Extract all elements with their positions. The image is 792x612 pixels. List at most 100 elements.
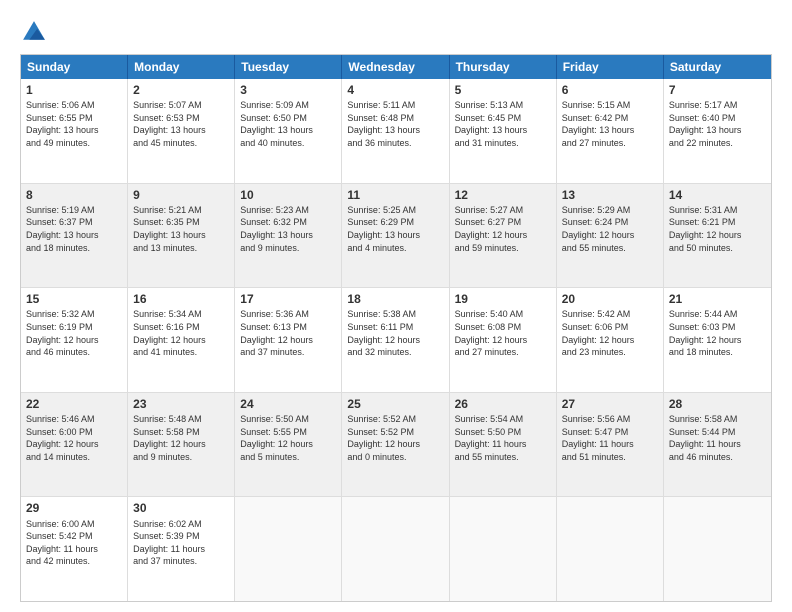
day-number: 24 (240, 396, 336, 412)
day-number: 9 (133, 187, 229, 203)
calendar: SundayMondayTuesdayWednesdayThursdayFrid… (20, 54, 772, 602)
calendar-cell: 13Sunrise: 5:29 AM Sunset: 6:24 PM Dayli… (557, 184, 664, 288)
calendar-cell: 18Sunrise: 5:38 AM Sunset: 6:11 PM Dayli… (342, 288, 449, 392)
calendar-cell: 6Sunrise: 5:15 AM Sunset: 6:42 PM Daylig… (557, 79, 664, 183)
day-number: 1 (26, 82, 122, 98)
day-number: 16 (133, 291, 229, 307)
day-number: 22 (26, 396, 122, 412)
calendar-cell: 30Sunrise: 6:02 AM Sunset: 5:39 PM Dayli… (128, 497, 235, 601)
day-number: 13 (562, 187, 658, 203)
cell-info: Sunrise: 5:38 AM Sunset: 6:11 PM Dayligh… (347, 308, 443, 358)
calendar-cell: 4Sunrise: 5:11 AM Sunset: 6:48 PM Daylig… (342, 79, 449, 183)
calendar-cell: 27Sunrise: 5:56 AM Sunset: 5:47 PM Dayli… (557, 393, 664, 497)
cell-info: Sunrise: 5:34 AM Sunset: 6:16 PM Dayligh… (133, 308, 229, 358)
cell-info: Sunrise: 5:31 AM Sunset: 6:21 PM Dayligh… (669, 204, 766, 254)
calendar-cell (557, 497, 664, 601)
cell-info: Sunrise: 5:52 AM Sunset: 5:52 PM Dayligh… (347, 413, 443, 463)
day-number: 2 (133, 82, 229, 98)
day-number: 30 (133, 500, 229, 516)
calendar-cell: 5Sunrise: 5:13 AM Sunset: 6:45 PM Daylig… (450, 79, 557, 183)
day-number: 29 (26, 500, 122, 516)
day-number: 25 (347, 396, 443, 412)
day-number: 8 (26, 187, 122, 203)
calendar-cell: 8Sunrise: 5:19 AM Sunset: 6:37 PM Daylig… (21, 184, 128, 288)
calendar-row-4: 29 Sunrise: 6:00 AM Sunset: 5:42 PM Dayli… (21, 497, 771, 601)
calendar-cell: 12Sunrise: 5:27 AM Sunset: 6:27 PM Dayli… (450, 184, 557, 288)
cell-info: Sunrise: 5:06 AM Sunset: 6:55 PM Dayligh… (26, 99, 122, 149)
calendar-cell (450, 497, 557, 601)
day-number: 21 (669, 291, 766, 307)
calendar-cell: 11Sunrise: 5:25 AM Sunset: 6:29 PM Dayli… (342, 184, 449, 288)
cell-info: Sunrise: 5:58 AM Sunset: 5:44 PM Dayligh… (669, 413, 766, 463)
cell-info: Sunrise: 5:25 AM Sunset: 6:29 PM Dayligh… (347, 204, 443, 254)
calendar-cell: 2Sunrise: 5:07 AM Sunset: 6:53 PM Daylig… (128, 79, 235, 183)
day-number: 28 (669, 396, 766, 412)
calendar-row-2: 15Sunrise: 5:32 AM Sunset: 6:19 PM Dayli… (21, 288, 771, 393)
cell-info: Sunrise: 5:48 AM Sunset: 5:58 PM Dayligh… (133, 413, 229, 463)
calendar-cell: 19Sunrise: 5:40 AM Sunset: 6:08 PM Dayli… (450, 288, 557, 392)
cell-info: Sunrise: 5:15 AM Sunset: 6:42 PM Dayligh… (562, 99, 658, 149)
calendar-cell: 15Sunrise: 5:32 AM Sunset: 6:19 PM Dayli… (21, 288, 128, 392)
logo-icon (20, 18, 48, 46)
calendar-cell: 28Sunrise: 5:58 AM Sunset: 5:44 PM Dayli… (664, 393, 771, 497)
cell-info: Sunrise: 5:13 AM Sunset: 6:45 PM Dayligh… (455, 99, 551, 149)
day-number: 19 (455, 291, 551, 307)
logo (20, 18, 52, 46)
calendar-cell (235, 497, 342, 601)
calendar-cell: 24Sunrise: 5:50 AM Sunset: 5:55 PM Dayli… (235, 393, 342, 497)
cell-info: Sunrise: 5:07 AM Sunset: 6:53 PM Dayligh… (133, 99, 229, 149)
calendar-cell: 21Sunrise: 5:44 AM Sunset: 6:03 PM Dayli… (664, 288, 771, 392)
header (20, 18, 772, 46)
calendar-row-0: 1Sunrise: 5:06 AM Sunset: 6:55 PM Daylig… (21, 79, 771, 184)
cell-info: Sunrise: 5:36 AM Sunset: 6:13 PM Dayligh… (240, 308, 336, 358)
cell-info: Sunrise: 5:44 AM Sunset: 6:03 PM Dayligh… (669, 308, 766, 358)
day-number: 11 (347, 187, 443, 203)
day-number: 5 (455, 82, 551, 98)
cell-info: Sunrise: 5:19 AM Sunset: 6:37 PM Dayligh… (26, 204, 122, 254)
header-day-saturday: Saturday (664, 55, 771, 79)
calendar-cell: 10Sunrise: 5:23 AM Sunset: 6:32 PM Dayli… (235, 184, 342, 288)
calendar-row-1: 8Sunrise: 5:19 AM Sunset: 6:37 PM Daylig… (21, 184, 771, 289)
day-number: 26 (455, 396, 551, 412)
cell-info: Sunrise: 5:46 AM Sunset: 6:00 PM Dayligh… (26, 413, 122, 463)
cell-info: Sunrise: 5:29 AM Sunset: 6:24 PM Dayligh… (562, 204, 658, 254)
page: SundayMondayTuesdayWednesdayThursdayFrid… (0, 0, 792, 612)
header-day-sunday: Sunday (21, 55, 128, 79)
cell-info: Sunrise: 6:00 AM Sunset: 5:42 PM Dayligh… (26, 518, 122, 568)
day-number: 27 (562, 396, 658, 412)
day-number: 14 (669, 187, 766, 203)
day-number: 12 (455, 187, 551, 203)
day-number: 6 (562, 82, 658, 98)
cell-info: Sunrise: 5:09 AM Sunset: 6:50 PM Dayligh… (240, 99, 336, 149)
calendar-cell: 3Sunrise: 5:09 AM Sunset: 6:50 PM Daylig… (235, 79, 342, 183)
calendar-cell: 29 Sunrise: 6:00 AM Sunset: 5:42 PM Dayli… (21, 497, 128, 601)
day-number: 17 (240, 291, 336, 307)
calendar-body: 1Sunrise: 5:06 AM Sunset: 6:55 PM Daylig… (21, 79, 771, 601)
calendar-cell: 26Sunrise: 5:54 AM Sunset: 5:50 PM Dayli… (450, 393, 557, 497)
day-number: 20 (562, 291, 658, 307)
day-number: 15 (26, 291, 122, 307)
calendar-cell: 23Sunrise: 5:48 AM Sunset: 5:58 PM Dayli… (128, 393, 235, 497)
header-day-wednesday: Wednesday (342, 55, 449, 79)
calendar-row-3: 22Sunrise: 5:46 AM Sunset: 6:00 PM Dayli… (21, 393, 771, 498)
header-day-monday: Monday (128, 55, 235, 79)
calendar-cell: 22Sunrise: 5:46 AM Sunset: 6:00 PM Dayli… (21, 393, 128, 497)
cell-info: Sunrise: 5:11 AM Sunset: 6:48 PM Dayligh… (347, 99, 443, 149)
header-day-thursday: Thursday (450, 55, 557, 79)
day-number: 4 (347, 82, 443, 98)
header-day-friday: Friday (557, 55, 664, 79)
calendar-cell (664, 497, 771, 601)
calendar-cell: 14Sunrise: 5:31 AM Sunset: 6:21 PM Dayli… (664, 184, 771, 288)
calendar-header: SundayMondayTuesdayWednesdayThursdayFrid… (21, 55, 771, 79)
day-number: 18 (347, 291, 443, 307)
cell-info: Sunrise: 5:42 AM Sunset: 6:06 PM Dayligh… (562, 308, 658, 358)
header-day-tuesday: Tuesday (235, 55, 342, 79)
calendar-cell: 25Sunrise: 5:52 AM Sunset: 5:52 PM Dayli… (342, 393, 449, 497)
calendar-cell (342, 497, 449, 601)
cell-info: Sunrise: 5:40 AM Sunset: 6:08 PM Dayligh… (455, 308, 551, 358)
day-number: 7 (669, 82, 766, 98)
cell-info: Sunrise: 5:27 AM Sunset: 6:27 PM Dayligh… (455, 204, 551, 254)
cell-info: Sunrise: 5:23 AM Sunset: 6:32 PM Dayligh… (240, 204, 336, 254)
cell-info: Sunrise: 5:21 AM Sunset: 6:35 PM Dayligh… (133, 204, 229, 254)
day-number: 23 (133, 396, 229, 412)
